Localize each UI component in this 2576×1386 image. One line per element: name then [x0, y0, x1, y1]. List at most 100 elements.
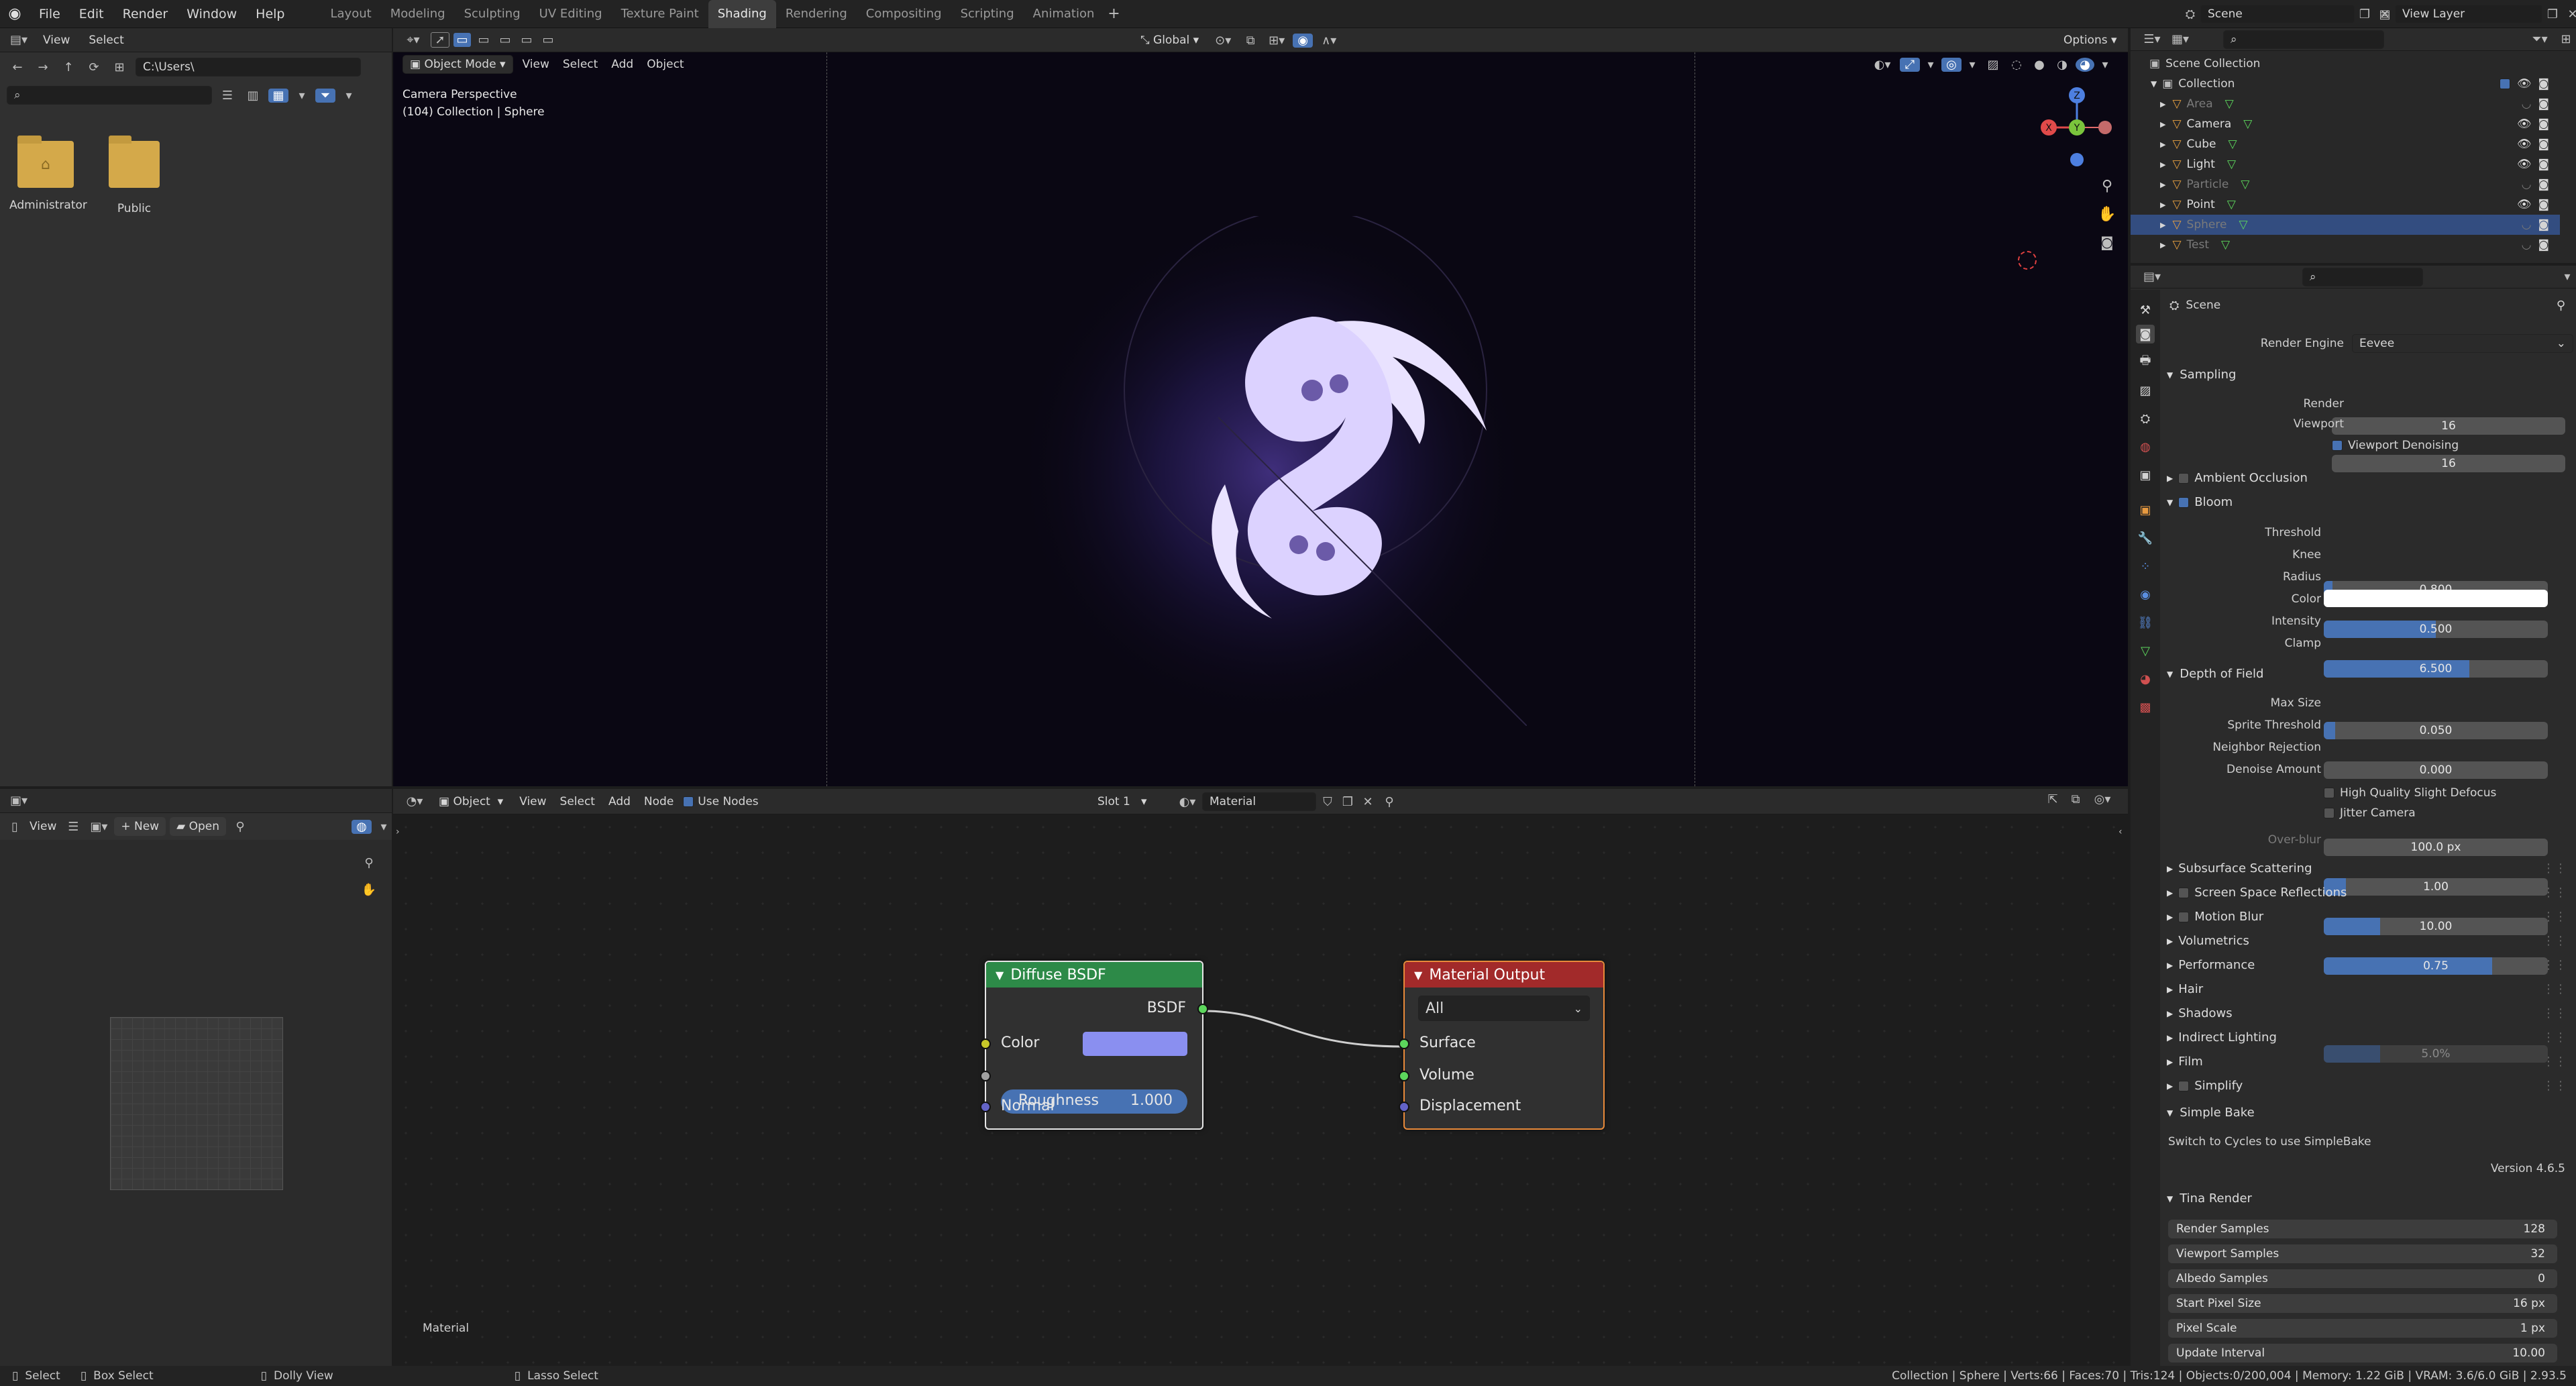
thumbnail-view-icon[interactable]: ▦ [268, 88, 288, 103]
expand-arrow-icon[interactable]: ▶ [2160, 140, 2165, 149]
tina-field-albedo-samples[interactable]: Albedo Samples 0 [2168, 1269, 2557, 1288]
viewport-select-menu[interactable]: Select [559, 58, 602, 71]
refresh-icon[interactable]: ⟳ [85, 60, 103, 74]
proportional-edit-icon[interactable]: ◉ [1293, 33, 1313, 48]
file-search-input[interactable]: ⌕ [7, 86, 212, 105]
viewport-object-menu[interactable]: Object [643, 58, 688, 71]
drag-handle-icon[interactable]: ⋮⋮ [2542, 982, 2567, 996]
knee-slider[interactable]: 0.500 [2324, 621, 2548, 638]
new-view-layer-icon[interactable]: ❐ [2542, 7, 2563, 21]
tina-field-update-interval[interactable]: Update Interval 10.00 [2168, 1344, 2557, 1363]
max-size-field[interactable]: 100.0 px [2324, 839, 2548, 856]
3d-cursor[interactable] [2018, 251, 2037, 270]
outliner-item-light[interactable]: ▶ ▽ Light ▽ 👁 ◙ [2131, 154, 2560, 174]
filter-icon[interactable]: ⏷▾ [2528, 32, 2552, 46]
outliner-item-particle[interactable]: ▶ ▽ Particle ▽ ◡ ◙ [2131, 174, 2560, 195]
outliner-item-sphere[interactable]: ▶ ▽ Sphere ▽ ◡ ◙ [2131, 215, 2560, 235]
new-image-button[interactable]: + New [114, 817, 166, 836]
add-workspace-icon[interactable]: + [1104, 5, 1124, 22]
eye-icon[interactable]: 👁 [2517, 198, 2532, 211]
drag-handle-icon[interactable]: ⋮⋮ [2542, 1006, 2567, 1020]
eye-icon[interactable]: 👁 [2517, 158, 2532, 171]
viewport-denoising-checkbox[interactable] [2332, 440, 2343, 451]
volume-input-socket[interactable] [1399, 1071, 1409, 1081]
drag-handle-icon[interactable]: ⋮⋮ [2542, 958, 2567, 972]
tina-field-render-samples[interactable]: Render Samples 128 [2168, 1220, 2557, 1238]
camera-render-icon[interactable]: ◙ [2538, 178, 2550, 191]
eye-icon[interactable]: ◡ [2522, 178, 2532, 191]
select-mode-new-icon[interactable]: ▭ [453, 33, 471, 47]
folder-administrator[interactable]: ⌂ Administrator [9, 136, 87, 212]
tab-layout[interactable]: Layout [321, 0, 381, 28]
tab-scripting[interactable]: Scripting [951, 0, 1024, 28]
particles-tab-icon[interactable]: ⁘ [2136, 557, 2155, 576]
tina-section-header[interactable]: ▼ Tina Render [2167, 1191, 2569, 1206]
display-settings-icon[interactable]: ▾ [294, 89, 310, 103]
scene-tab-icon[interactable]: ⛭ [2136, 409, 2155, 428]
camera-render-icon[interactable]: ◙ [2538, 117, 2550, 131]
texture-tab-icon[interactable]: ▩ [2136, 698, 2155, 716]
tab-modeling[interactable]: Modeling [381, 0, 455, 28]
drag-handle-icon[interactable]: ⋮⋮ [2542, 861, 2567, 875]
simple-bake-section-header[interactable]: ▼ Simple Bake [2167, 1106, 2569, 1120]
short-list-icon[interactable]: ▥ [243, 89, 263, 103]
camera-render-icon[interactable]: ◙ [2538, 97, 2550, 111]
tab-texture-paint[interactable]: Texture Paint [612, 0, 708, 28]
solid-shading-icon[interactable]: ● [2030, 58, 2049, 72]
section-motion-blur[interactable]: ▶ Motion Blur ⋮⋮ [2167, 910, 2569, 924]
collection-tab-icon[interactable]: ▣ [2136, 466, 2155, 484]
drag-handle-icon[interactable]: ⋮⋮ [2542, 934, 2567, 948]
radius-slider[interactable]: 6.500 [2324, 660, 2548, 678]
drag-handle-icon[interactable]: ⋮⋮ [2542, 886, 2567, 900]
viewport-denoising-toggle[interactable]: Viewport Denoising [2332, 439, 2459, 452]
filter-icon[interactable]: ⏷ [315, 88, 335, 103]
viewport-samples-field[interactable]: 16 [2332, 455, 2565, 472]
viewport-view-menu[interactable]: View [519, 58, 553, 71]
view-layer-field[interactable]: View Layer [2395, 5, 2542, 23]
editor-type-icon[interactable]: ▤▾ [7, 33, 31, 47]
image-browse-icon[interactable]: ▣▾ [87, 820, 110, 834]
section-checkbox[interactable] [2178, 911, 2190, 922]
eye-icon[interactable]: ◡ [2522, 218, 2532, 231]
open-image-button[interactable]: ▰ Open [170, 817, 226, 836]
section-hair[interactable]: ▶ Hair ⋮⋮ [2167, 982, 2569, 996]
camera-render-icon[interactable]: ◙ [2538, 238, 2550, 252]
camera-render-icon[interactable]: ◙ [2538, 77, 2550, 91]
outliner-item-cube[interactable]: ▶ ▽ Cube ▽ 👁 ◙ [2131, 134, 2560, 154]
file-select-menu[interactable]: Select [82, 34, 130, 47]
expand-arrow-icon[interactable]: ▶ [2160, 241, 2165, 250]
color-input-socket[interactable] [980, 1038, 991, 1049]
blender-logo-icon[interactable]: ◉ [0, 5, 30, 22]
rendered-shading-icon[interactable]: ◕ [2076, 57, 2094, 72]
properties-search-input[interactable]: ⌕ [2302, 267, 2423, 286]
select-mode-extend-icon[interactable]: ▭ [475, 33, 492, 47]
drag-handle-icon[interactable]: ⋮⋮ [2542, 1079, 2567, 1093]
drag-handle-icon[interactable]: ⋮⋮ [2542, 1055, 2567, 1069]
outliner-item-area[interactable]: ▶ ▽ Area ▽ ◡ ◙ [2131, 94, 2560, 114]
tina-field-viewport-samples[interactable]: Viewport Samples 32 [2168, 1244, 2557, 1263]
dof-section-header[interactable]: ▼ Depth of Field [2167, 667, 2263, 681]
falloff-icon[interactable]: ∧▾ [1316, 34, 1342, 48]
rendered-sphere-object[interactable] [1017, 209, 1527, 727]
back-icon[interactable]: ← [8, 60, 27, 74]
new-scene-icon[interactable]: ❐ [2355, 7, 2375, 21]
menu-help[interactable]: Help [246, 0, 294, 28]
displacement-input-socket[interactable] [1399, 1102, 1409, 1112]
section-checkbox[interactable] [2178, 1080, 2190, 1091]
object-tab-icon[interactable]: ▣ [2136, 500, 2155, 519]
section-subsurface-scattering[interactable]: ▶ Subsurface Scattering ⋮⋮ [2167, 861, 2569, 875]
material-tab-icon[interactable]: ◕ [2136, 670, 2155, 688]
zoom-icon[interactable]: ⚲ [2096, 174, 2118, 197]
select-mode-subtract-icon[interactable]: ▭ [496, 33, 514, 47]
editor-type-icon[interactable]: ☰▾ [2140, 32, 2164, 46]
shading-dropdown-icon[interactable]: ▾ [2098, 58, 2112, 72]
expand-arrow-icon[interactable]: ▶ [2160, 120, 2165, 129]
snap-icon[interactable]: ⧉ [1240, 34, 1260, 48]
menu-render[interactable]: Render [113, 0, 178, 28]
ambient-occlusion-checkbox[interactable] [2178, 472, 2190, 484]
data-tab-icon[interactable]: ▽ [2136, 641, 2155, 660]
camera-render-icon[interactable]: ◙ [2538, 138, 2550, 151]
editor-type-icon[interactable]: ▤▾ [2140, 270, 2164, 284]
tool-tab-icon[interactable]: ⚒ [2136, 301, 2155, 319]
physics-tab-icon[interactable]: ◉ [2136, 585, 2155, 604]
